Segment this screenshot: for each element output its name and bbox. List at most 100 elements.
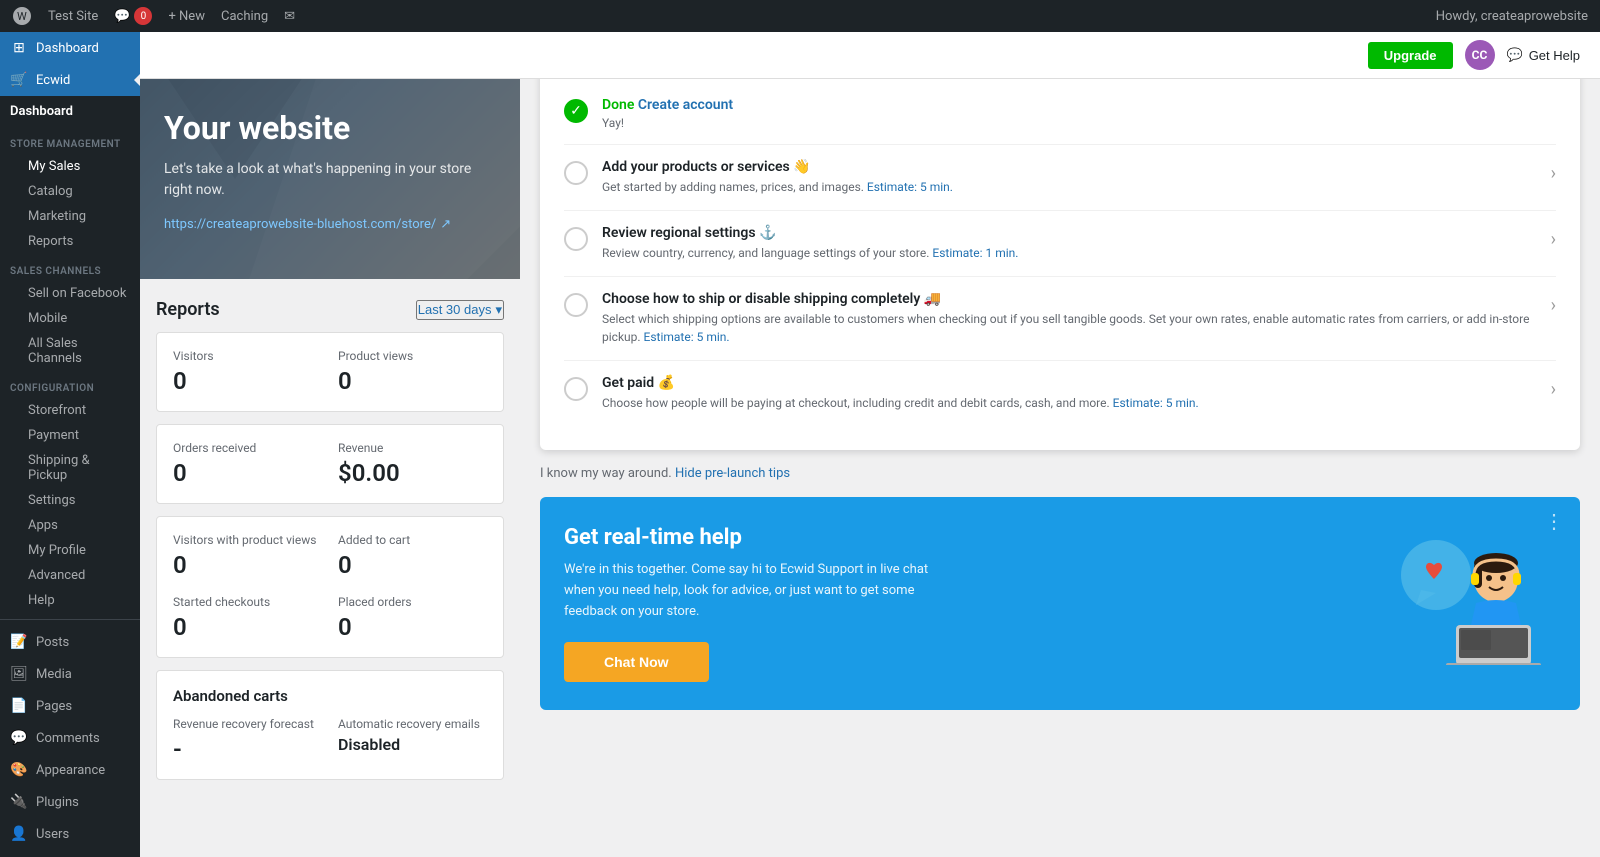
chat-icon: 💬 (1507, 47, 1523, 63)
support-illustration (1386, 525, 1546, 665)
sidebar-item-tools[interactable]: 🔧 Tools (0, 850, 140, 857)
svg-text:W: W (17, 10, 27, 23)
todo-check-add-products (564, 161, 588, 185)
todo-check-done: ✓ (564, 99, 588, 123)
chevron-down-icon: ▾ (495, 302, 502, 318)
plugins-icon: 🔌 (10, 793, 28, 811)
metric-placed-orders: Placed orders 0 (338, 595, 487, 641)
appearance-icon: 🎨 (10, 761, 28, 779)
help-illustration (1376, 525, 1556, 665)
sidebar: ⊞ Dashboard 🛒 Ecwid Dashboard STORE MANA… (0, 32, 140, 857)
sidebar-label-plugins: Plugins (36, 795, 79, 810)
chevron-right-icon: › (1551, 295, 1556, 316)
metric-orders: Orders received 0 (173, 441, 322, 487)
sidebar-label-appearance: Appearance (36, 763, 105, 778)
mail-icon[interactable]: ✉ (284, 9, 295, 24)
report-card-visitors: Visitors 0 Product views 0 (156, 332, 504, 412)
hide-tips-link[interactable]: Hide pre-launch tips (675, 466, 790, 481)
sidebar-divider (0, 619, 140, 620)
report-card-conversion: Visitors with product views 0 Added to c… (156, 516, 504, 658)
sidebar-item-my-sales[interactable]: My Sales (0, 154, 140, 179)
todo-item-get-paid[interactable]: Get paid 💰 Choose how people will be pay… (564, 361, 1556, 426)
configuration-label: CONFIGURATION (0, 371, 140, 398)
sidebar-item-posts[interactable]: 📝 Posts (0, 626, 140, 658)
external-link-icon: ↗ (440, 217, 451, 232)
content-area: Upgrade CC 💬 Get Help Your website Let's… (140, 32, 1600, 857)
media-icon: 🖼 (10, 665, 28, 683)
site-name[interactable]: Test Site (48, 9, 98, 24)
sidebar-item-settings[interactable]: Settings (0, 488, 140, 513)
top-bar: Upgrade CC 💬 Get Help (140, 32, 1600, 79)
abandoned-title: Abandoned carts (173, 687, 487, 705)
sidebar-label-posts: Posts (36, 635, 69, 650)
howdy-text: Howdy, createaprowebsite (1436, 9, 1588, 24)
store-management-label: STORE MANAGEMENT (0, 127, 140, 154)
sidebar-item-pages[interactable]: 📄 Pages (0, 690, 140, 722)
chat-now-button[interactable]: Chat Now (564, 642, 709, 682)
sidebar-item-label: Ecwid (36, 73, 70, 88)
todo-item-shipping[interactable]: Choose how to ship or disable shipping c… (564, 277, 1556, 361)
chevron-right-icon: › (1551, 229, 1556, 250)
ecwid-icon: 🛒 (10, 71, 28, 89)
report-card-orders: Orders received 0 Revenue $0.00 (156, 424, 504, 504)
todo-item-add-products[interactable]: Add your products or services 👋 Get star… (564, 145, 1556, 211)
todo-item-regional-settings[interactable]: Review regional settings ⚓ Review countr… (564, 211, 1556, 277)
admin-bar: W Test Site 💬 0 + New Caching ✉ Howdy, c… (0, 0, 1600, 32)
left-panel: Your website Let's take a look at what's… (140, 79, 520, 857)
sidebar-item-advanced[interactable]: Advanced (0, 563, 140, 588)
sidebar-item-apps[interactable]: Apps (0, 513, 140, 538)
know-way-text: I know my way around. Hide pre-launch ti… (540, 466, 1580, 481)
wp-logo[interactable]: W (12, 6, 32, 26)
caching-button[interactable]: Caching (221, 9, 268, 24)
chevron-right-icon: › (1551, 163, 1556, 184)
chevron-right-icon: › (1551, 379, 1556, 400)
get-help-button[interactable]: 💬 Get Help (1507, 47, 1581, 63)
pages-icon: 📄 (10, 697, 28, 715)
reports-title: Reports (156, 299, 220, 320)
todo-check-get-paid (564, 377, 588, 401)
help-card-desc: We're in this together. Come say hi to E… (564, 560, 944, 622)
sidebar-item-help[interactable]: Help (0, 588, 140, 613)
main-scroll: Your website Let's take a look at what's… (140, 79, 1600, 857)
sidebar-item-comments[interactable]: 💬 Comments (0, 722, 140, 754)
metric-visitors: Visitors 0 (173, 349, 322, 395)
sidebar-item-label: Dashboard (36, 41, 99, 56)
sidebar-label-pages: Pages (36, 699, 72, 714)
posts-icon: 📝 (10, 633, 28, 651)
report-card-abandoned: Abandoned carts Revenue recovery forecas… (156, 670, 504, 780)
sidebar-item-all-sales-channels[interactable]: All Sales Channels (0, 331, 140, 371)
sidebar-item-appearance[interactable]: 🎨 Appearance (0, 754, 140, 786)
sidebar-item-mobile[interactable]: Mobile (0, 306, 140, 331)
sidebar-item-marketing[interactable]: Marketing (0, 204, 140, 229)
main-layout: ⊞ Dashboard 🛒 Ecwid Dashboard STORE MANA… (0, 32, 1600, 857)
sidebar-item-plugins[interactable]: 🔌 Plugins (0, 786, 140, 818)
sidebar-item-shipping[interactable]: Shipping & Pickup (0, 448, 140, 488)
hero-banner: Your website Let's take a look at what's… (140, 79, 520, 279)
sidebar-item-ecwid[interactable]: 🛒 Ecwid (0, 64, 140, 96)
help-card-more-options[interactable]: ⋮ (1544, 509, 1564, 533)
sidebar-item-dashboard[interactable]: ⊞ Dashboard (0, 32, 140, 64)
todo-check-regional (564, 227, 588, 251)
sidebar-item-media[interactable]: 🖼 Media (0, 658, 140, 690)
comments-link[interactable]: 💬 0 (114, 7, 152, 25)
sales-channels-label: SALES CHANNELS (0, 254, 140, 281)
metric-revenue: Revenue $0.00 (338, 441, 487, 487)
dashboard-icon: ⊞ (10, 39, 28, 57)
right-panel: To-do list Get ready for your first sale… (520, 79, 1600, 737)
sidebar-item-sell-facebook[interactable]: Sell on Facebook (0, 281, 140, 306)
sidebar-item-catalog[interactable]: Catalog (0, 179, 140, 204)
reports-header: Reports Last 30 days ▾ (156, 299, 504, 320)
dashboard-section-label: Dashboard (0, 96, 140, 127)
sidebar-item-users[interactable]: 👤 Users (0, 818, 140, 850)
upgrade-button[interactable]: Upgrade (1368, 42, 1453, 69)
sidebar-item-payment[interactable]: Payment (0, 423, 140, 448)
sidebar-item-storefront[interactable]: Storefront (0, 398, 140, 423)
new-button[interactable]: + New (168, 9, 205, 24)
last30-button[interactable]: Last 30 days ▾ (416, 300, 504, 320)
help-card: Get real-time help We're in this togethe… (540, 497, 1580, 710)
sidebar-item-reports[interactable]: Reports (0, 229, 140, 254)
hero-url[interactable]: https://createaprowebsite-bluehost.com/s… (164, 217, 496, 232)
sidebar-item-my-profile[interactable]: My Profile (0, 538, 140, 563)
help-card-title: Get real-time help (564, 525, 1376, 550)
todo-item-create-account[interactable]: ✓ Done Create account Yay! (564, 83, 1556, 145)
